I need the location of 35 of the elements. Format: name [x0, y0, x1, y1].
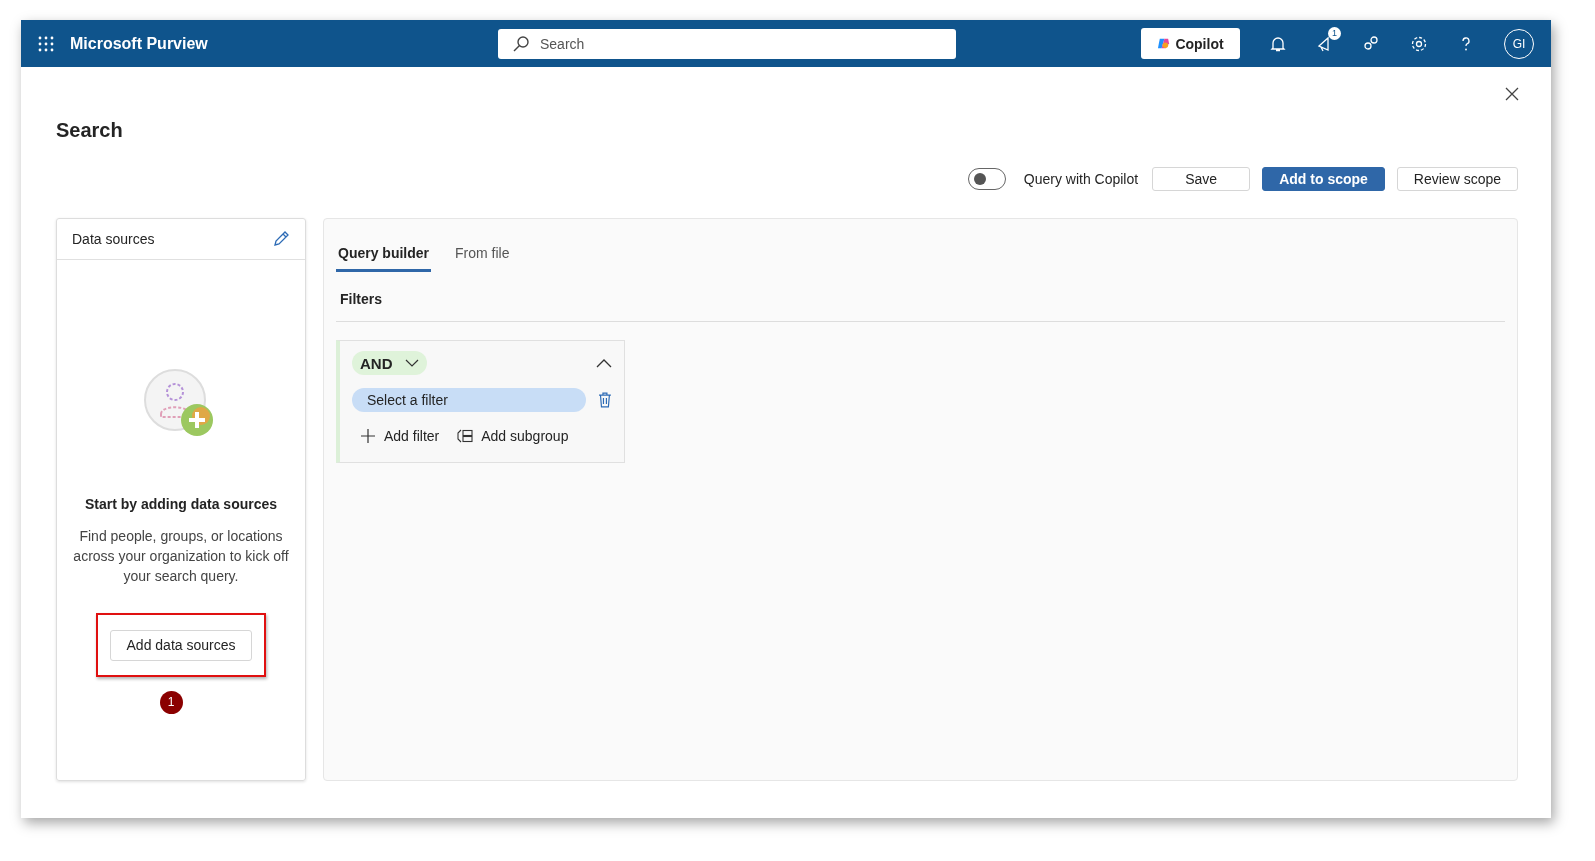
settings-icon[interactable] [1410, 34, 1428, 53]
tab[interactable]: Query builder [336, 241, 432, 272]
app-name: Microsoft Purview [70, 34, 209, 53]
copilot-button[interactable]: Copilot [1141, 28, 1240, 59]
delete-icon[interactable] [598, 392, 612, 408]
bell-icon[interactable] [1269, 34, 1287, 53]
plus-icon [360, 428, 376, 444]
pencil-icon[interactable] [272, 230, 290, 248]
add-subgroup-button[interactable]: Add subgroup [457, 428, 569, 444]
subgroup-icon [457, 429, 474, 443]
primary-button[interactable]: Add to scope [1262, 167, 1385, 191]
close-icon[interactable] [1505, 87, 1519, 101]
empty-state-description: Find people, groups, or locations across your organization to kick off your search query. [72, 527, 290, 586]
action-button[interactable]: Review scope [1396, 167, 1518, 191]
step-marker: 1 [159, 691, 183, 714]
action-button[interactable]: Save [1152, 167, 1251, 191]
tab[interactable]: From file [453, 241, 512, 272]
filters-label: Filters [336, 273, 1505, 322]
toggle-label: Query with Copilot [1023, 171, 1139, 187]
operator-dropdown[interactable]: AND [352, 351, 427, 375]
people-icon[interactable] [1363, 34, 1381, 53]
panel-title: Data sources [72, 231, 155, 247]
add-data-sources-button[interactable]: Add data sources [110, 629, 252, 661]
page-title: Search [56, 119, 123, 142]
copilot-logo-icon [1157, 37, 1171, 50]
empty-state-title: Start by adding data sources [84, 496, 278, 512]
filter-select[interactable]: Select a filter [352, 388, 587, 412]
add-filter-button[interactable]: Add filter [360, 428, 440, 444]
collapse-chevron-icon[interactable] [596, 358, 612, 368]
chevron-down-icon [404, 359, 419, 367]
copilot-toggle[interactable] [967, 168, 1006, 190]
notification-badge: 1 [1328, 26, 1341, 40]
search-icon [512, 34, 530, 53]
app-launcher-icon[interactable] [38, 35, 54, 52]
search-field[interactable]: Search [498, 28, 956, 59]
